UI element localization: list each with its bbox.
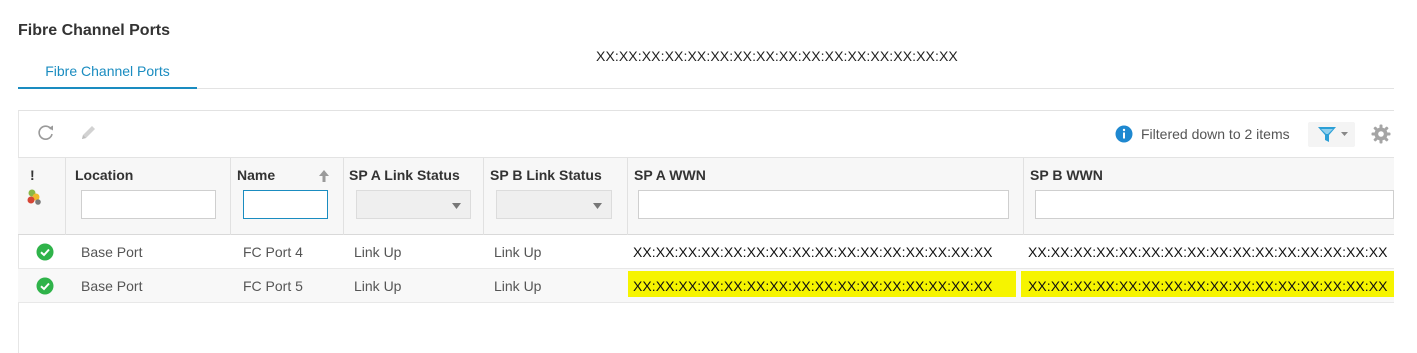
- spa-wwn-cell: XX:XX:XX:XX:XX:XX:XX:XX:XX:XX:XX:XX:XX:X…: [633, 244, 993, 260]
- column-separator: [483, 158, 484, 235]
- column-separator: [627, 158, 628, 235]
- ok-status-icon: [36, 243, 54, 261]
- table-row[interactable]: Base Port FC Port 4 Link Up Link Up XX:X…: [18, 235, 1394, 269]
- toolbar: Filtered down to 2 items: [18, 111, 1394, 157]
- table-row[interactable]: Base Port FC Port 5 Link Up Link Up XX:X…: [18, 269, 1394, 303]
- column-separator: [343, 158, 344, 235]
- filter-icon: [1318, 127, 1336, 142]
- spa-wwn-filter-input[interactable]: [638, 190, 1009, 219]
- filter-status: Filtered down to 2 items: [1115, 124, 1290, 144]
- filter-button[interactable]: [1308, 122, 1355, 147]
- name-cell: FC Port 4: [243, 244, 303, 260]
- location-cell: Base Port: [81, 278, 143, 294]
- spa-wwn-cell: XX:XX:XX:XX:XX:XX:XX:XX:XX:XX:XX:XX:XX:X…: [633, 278, 993, 294]
- gear-icon[interactable]: [1370, 123, 1392, 145]
- spa-link-status-cell: Link Up: [354, 278, 402, 294]
- column-header-spb-link-status[interactable]: SP B Link Status: [490, 167, 602, 183]
- tab-strip: Fibre Channel Ports: [18, 60, 1394, 89]
- spb-wwn-cell: XX:XX:XX:XX:XX:XX:XX:XX:XX:XX:XX:XX:XX:X…: [1028, 278, 1388, 294]
- spa-link-status-cell: Link Up: [354, 244, 402, 260]
- edit-icon[interactable]: [78, 123, 98, 143]
- spb-link-status-filter-select[interactable]: [496, 190, 612, 219]
- tab-fibre-channel-ports[interactable]: Fibre Channel Ports: [18, 60, 197, 89]
- name-filter-input[interactable]: [243, 190, 328, 219]
- sort-ascending-icon[interactable]: [318, 169, 330, 183]
- chevron-down-icon: [1341, 132, 1348, 136]
- column-separator: [1023, 158, 1024, 235]
- spb-wwn-filter-input[interactable]: [1035, 190, 1394, 219]
- column-separator: [230, 158, 231, 235]
- chevron-down-icon: [593, 203, 602, 209]
- column-header-spa-link-status[interactable]: SP A Link Status: [349, 167, 460, 183]
- column-header-spb-wwn[interactable]: SP B WWN: [1030, 167, 1103, 183]
- location-filter-input[interactable]: [81, 190, 216, 219]
- page-title: Fibre Channel Ports: [18, 22, 171, 39]
- filter-status-text: Filtered down to 2 items: [1141, 126, 1290, 142]
- column-header-spa-wwn[interactable]: SP A WWN: [634, 167, 706, 183]
- spb-wwn-cell: XX:XX:XX:XX:XX:XX:XX:XX:XX:XX:XX:XX:XX:X…: [1028, 244, 1388, 260]
- chevron-down-icon: [452, 203, 461, 209]
- spb-link-status-cell: Link Up: [494, 244, 542, 260]
- column-header-location[interactable]: Location: [75, 167, 133, 183]
- column-header-name[interactable]: Name: [237, 167, 275, 183]
- ok-status-icon: [36, 277, 54, 295]
- info-icon: [1115, 125, 1133, 143]
- status-filter-icon[interactable]: [25, 188, 43, 206]
- spa-link-status-filter-select[interactable]: [356, 190, 471, 219]
- table-header: ! Location Name SP A Link Status SP B Li…: [18, 157, 1394, 235]
- refresh-icon[interactable]: [36, 123, 56, 143]
- spb-link-status-cell: Link Up: [494, 278, 542, 294]
- location-cell: Base Port: [81, 244, 143, 260]
- column-separator: [65, 158, 66, 235]
- column-header-alert[interactable]: !: [30, 167, 35, 183]
- name-cell: FC Port 5: [243, 278, 303, 294]
